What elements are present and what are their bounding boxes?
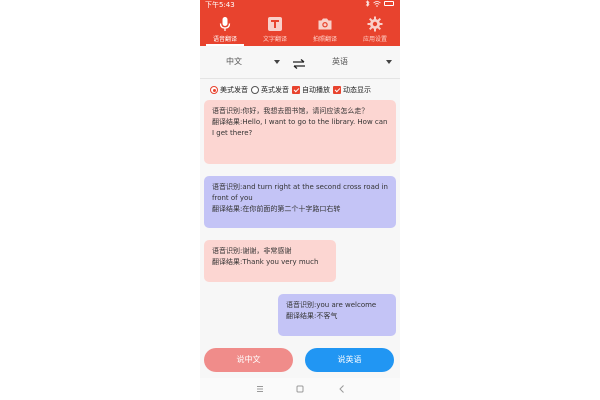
options-row: 美式发音 英式发音 自动播放 动态显示 bbox=[200, 82, 400, 98]
battery-icon bbox=[384, 1, 394, 6]
phone-screen: 下午5:43 语音翻译 文字翻译 拍照翻译 应用设置 中文 英语 美式发音 英式… bbox=[200, 0, 400, 400]
recognition-text: 语音识别:and turn right at the second cross … bbox=[212, 183, 388, 202]
auto-play-checkbox[interactable]: 自动播放 bbox=[292, 85, 330, 95]
chevron-down-icon bbox=[274, 60, 280, 64]
swap-arrows-icon[interactable] bbox=[292, 59, 306, 69]
translation-text: 翻译结果:Hello, I want to go to the library.… bbox=[212, 118, 388, 137]
message-bubble[interactable]: 语音识别:you are welcome 翻译结果:不客气 bbox=[278, 294, 396, 336]
wifi-icon bbox=[373, 0, 381, 7]
translation-text: 翻译结果:不客气 bbox=[286, 312, 338, 320]
uk-pronunciation-label: 英式发音 bbox=[261, 86, 289, 94]
message-bubble[interactable]: 语音识别:and turn right at the second cross … bbox=[204, 176, 396, 228]
translation-text: 翻译结果:Thank you very much bbox=[212, 258, 319, 266]
tab-label: 语音翻译 bbox=[212, 36, 237, 43]
auto-display-checkbox[interactable]: 动态显示 bbox=[333, 85, 371, 95]
tab-text-translate[interactable]: 文字翻译 bbox=[250, 10, 300, 46]
language-selector-bar: 中文 英语 bbox=[200, 46, 400, 78]
checkbox-checked-icon bbox=[292, 86, 300, 94]
translation-text: 翻译结果:在你前面的第二个十字路口右转 bbox=[212, 205, 341, 213]
recognition-text: 语音识别:你好，我想去图书馆，请问应该怎么走？ bbox=[212, 107, 369, 115]
us-pronunciation-label: 美式发音 bbox=[220, 86, 248, 94]
message-bubble[interactable]: 语音识别:你好，我想去图书馆，请问应该怎么走？ 翻译结果:Hello, I wa… bbox=[204, 100, 396, 164]
tab-app-settings[interactable]: 应用设置 bbox=[350, 10, 400, 46]
tab-label: 应用设置 bbox=[362, 36, 387, 43]
uk-pronunciation-radio[interactable]: 英式发音 bbox=[251, 85, 289, 95]
tab-label: 文字翻译 bbox=[262, 36, 287, 43]
top-tab-bar: 语音翻译 文字翻译 拍照翻译 应用设置 bbox=[200, 10, 400, 46]
system-nav-bar bbox=[200, 378, 400, 400]
recognition-text: 语音识别:谢谢，非常感谢 bbox=[212, 247, 292, 255]
chevron-down-icon bbox=[386, 60, 392, 64]
bluetooth-icon bbox=[365, 0, 370, 7]
status-time: 下午5:43 bbox=[205, 1, 235, 9]
radio-unselected-icon bbox=[251, 86, 259, 94]
speak-chinese-button[interactable]: 说中文 bbox=[204, 348, 293, 372]
tab-voice-translate[interactable]: 语音翻译 bbox=[200, 10, 250, 46]
checkbox-checked-icon bbox=[333, 86, 341, 94]
gear-icon bbox=[367, 16, 383, 32]
target-language-value: 英语 bbox=[332, 57, 348, 66]
text-icon bbox=[268, 17, 282, 31]
source-language-dropdown[interactable]: 中文 bbox=[214, 54, 280, 70]
microphone-icon bbox=[219, 17, 231, 31]
source-language-value: 中文 bbox=[226, 57, 242, 66]
target-language-dropdown[interactable]: 英语 bbox=[318, 54, 392, 70]
auto-display-label: 动态显示 bbox=[343, 86, 371, 94]
tab-photo-translate[interactable]: 拍照翻译 bbox=[300, 10, 350, 46]
radio-selected-icon bbox=[210, 86, 218, 94]
menu-icon[interactable] bbox=[254, 383, 266, 395]
divider bbox=[200, 78, 400, 79]
us-pronunciation-radio[interactable]: 美式发音 bbox=[210, 85, 248, 95]
back-icon[interactable] bbox=[336, 383, 348, 395]
tab-label: 拍照翻译 bbox=[312, 36, 337, 43]
message-bubble[interactable]: 语音识别:谢谢，非常感谢 翻译结果:Thank you very much bbox=[204, 240, 336, 282]
status-icons bbox=[365, 0, 394, 7]
status-bar: 下午5:43 bbox=[200, 0, 400, 10]
recognition-text: 语音识别:you are welcome bbox=[286, 301, 377, 309]
home-icon[interactable] bbox=[294, 383, 306, 395]
speak-english-button[interactable]: 说英语 bbox=[305, 348, 394, 372]
camera-icon bbox=[318, 18, 332, 30]
auto-play-label: 自动播放 bbox=[302, 86, 330, 94]
